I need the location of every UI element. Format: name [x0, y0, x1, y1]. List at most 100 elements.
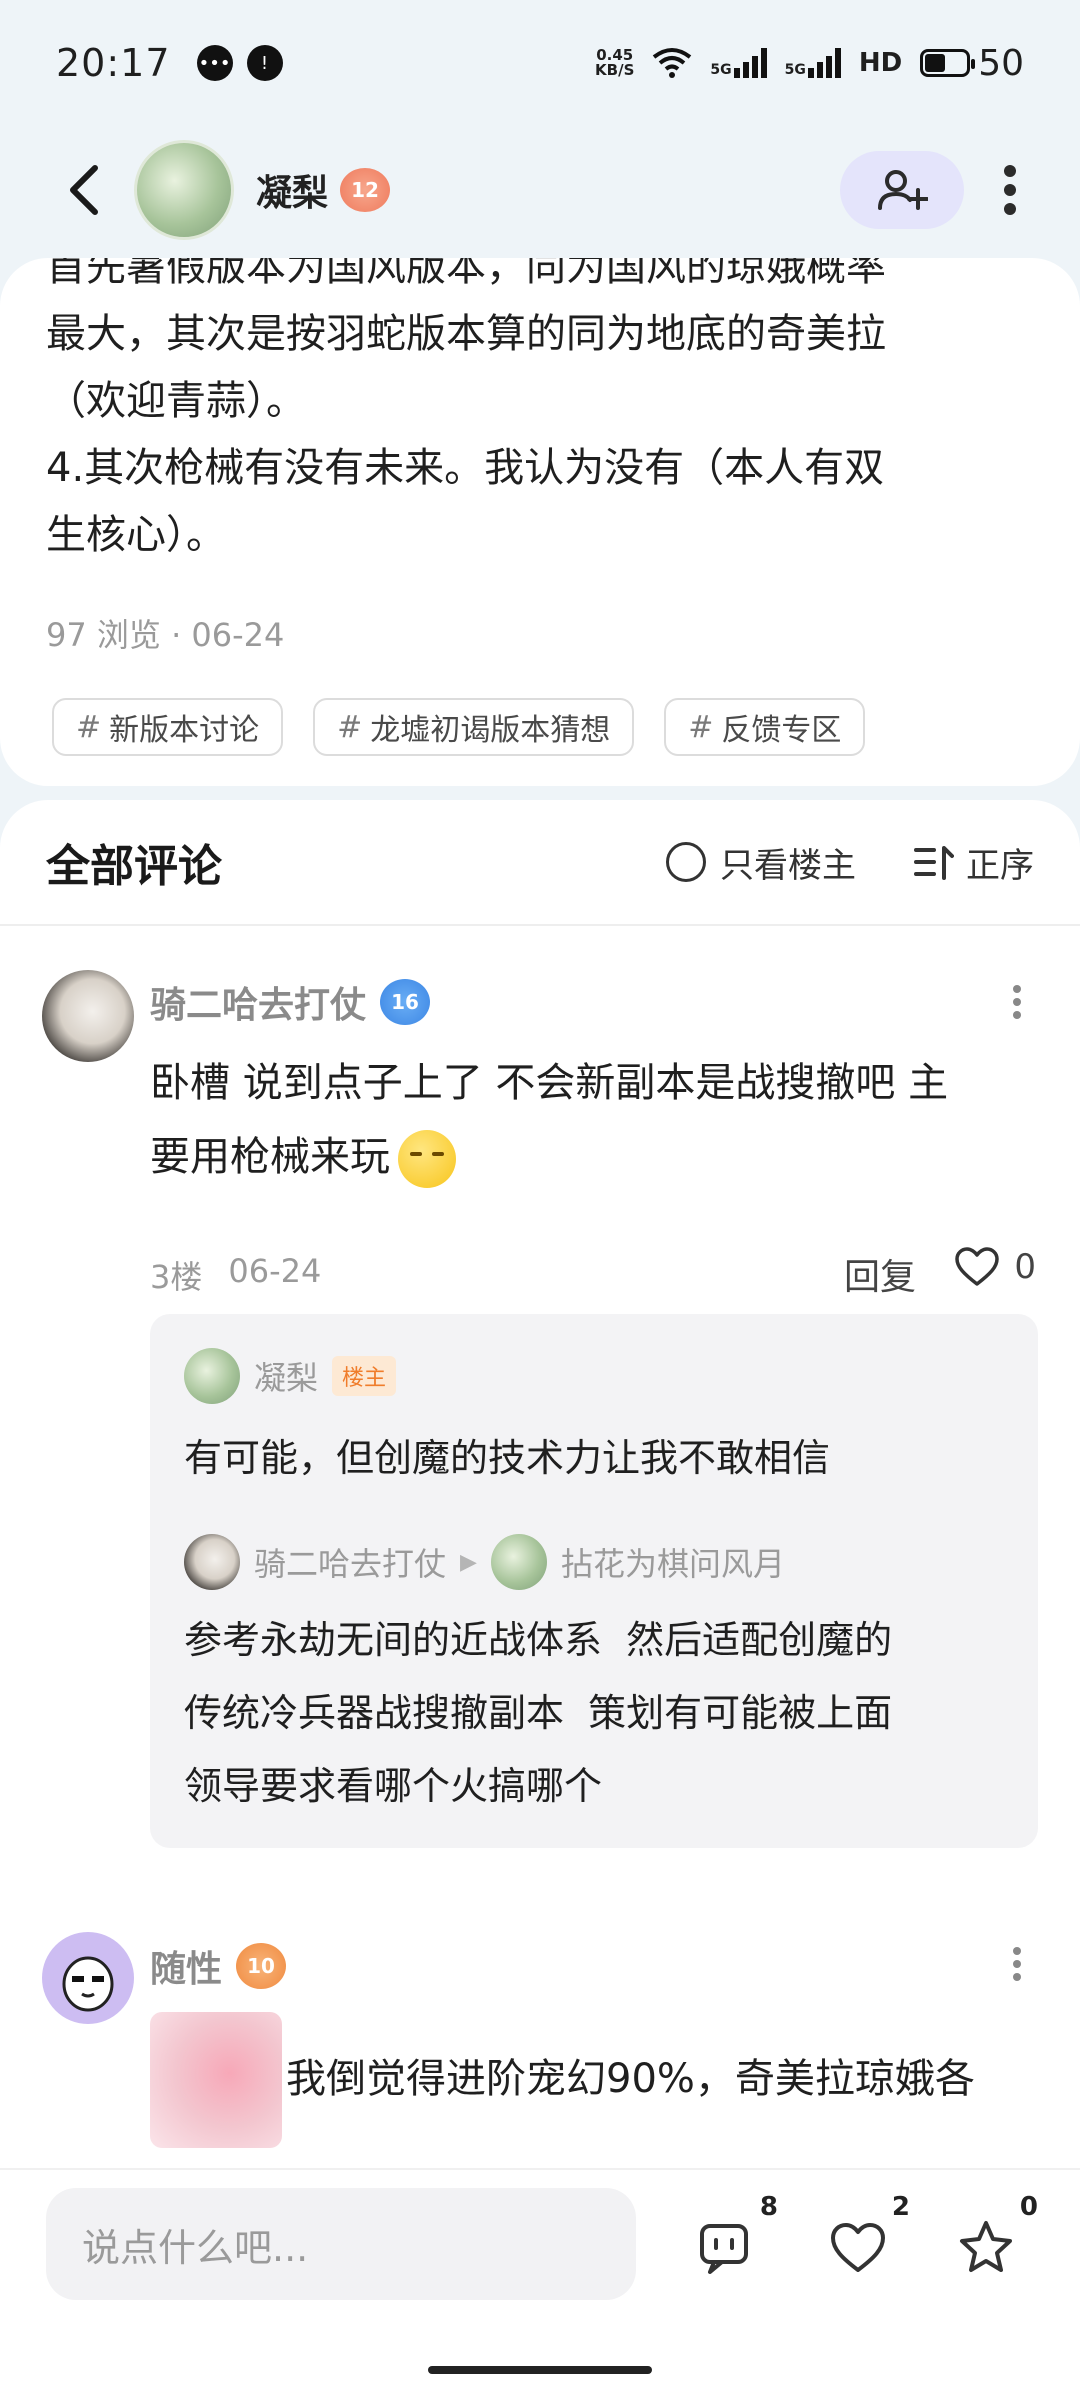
signal-2-label: 5G: [784, 62, 806, 78]
only-op-label: 只看楼主: [720, 845, 856, 886]
post-meta: 97 浏览 · 06-24: [46, 616, 285, 654]
message-notification-icon: •••: [196, 45, 233, 81]
comment-input[interactable]: 说点什么吧...: [46, 2188, 636, 2300]
commenter-name-row: 随性 10: [150, 1940, 287, 1992]
battery-level-fill: [925, 54, 946, 72]
more-vertical-icon: [1004, 165, 1016, 215]
reply-author-row: 骑二哈去打仗 ▶ 拈花为棋问风月: [184, 1534, 785, 1590]
like-post-button[interactable]: 2: [822, 2192, 910, 2290]
comment-like-count: 0: [1014, 1247, 1036, 1287]
like-count: 2: [891, 2192, 910, 2222]
commenter-avatar[interactable]: [42, 1932, 134, 2024]
tag-label: 新版本讨论: [109, 713, 260, 748]
battery-percent: 50: [978, 42, 1024, 84]
more-vertical-icon: [1013, 985, 1021, 1019]
comment-date: 06-24: [228, 1252, 322, 1290]
tag-chip[interactable]: # 龙墟初谒版本猜想: [313, 698, 635, 756]
signal-bars-icon: [733, 48, 767, 78]
home-indicator[interactable]: [428, 2366, 652, 2374]
comment-icon: [700, 2224, 748, 2274]
comment-text-line: 要用枪械来玩: [150, 1134, 390, 1180]
comment-like-button[interactable]: 0: [954, 1246, 1036, 1288]
commenter-level-badge: 16: [380, 979, 431, 1025]
reply-to-avatar[interactable]: [490, 1534, 547, 1590]
author-name[interactable]: 凝梨: [256, 164, 328, 216]
comment-text: 我倒觉得进阶宠幻90%，奇美拉琼娥各: [286, 2056, 975, 2102]
reply-author-row: 凝梨 楼主: [184, 1348, 397, 1404]
author-avatar[interactable]: [134, 140, 234, 240]
net-speed: 0.45 KB/S: [595, 48, 634, 78]
sort-label: 正序: [966, 845, 1034, 886]
reply-text[interactable]: 参考永劫无间的近战体系 然后适配创魔的 传统冷兵器战搜撤副本 策划有可能被上面 …: [184, 1604, 1004, 1823]
reply-author-name[interactable]: 凝梨: [254, 1353, 318, 1399]
smirk-emoji-icon: [398, 1130, 456, 1188]
favorite-button[interactable]: 0: [950, 2192, 1038, 2290]
comment-count: 8: [759, 2192, 778, 2222]
hash-icon: #: [688, 709, 714, 745]
battery-icon: [920, 49, 976, 77]
sort-icon: [914, 846, 954, 880]
back-button[interactable]: [40, 145, 130, 235]
sort-toggle[interactable]: 正序: [914, 838, 1034, 887]
tag-label: 龙墟初谒版本猜想: [370, 713, 611, 748]
reply-to-name[interactable]: 拈花为棋问风月: [561, 1539, 785, 1585]
comment-meta: 3楼 06-24: [150, 1252, 321, 1298]
comment-text-line: 卧槽 说到点子上了 不会新副本是战搜撤吧 主: [150, 1060, 949, 1106]
commenter-name[interactable]: 骑二哈去打仗: [150, 976, 366, 1028]
commenter-level-badge: 10: [236, 1943, 287, 1989]
net-speed-unit: KB/S: [595, 61, 635, 79]
follow-button[interactable]: [840, 151, 964, 229]
radio-icon: [666, 842, 706, 882]
star-icon: [960, 2221, 1012, 2272]
reply-avatar[interactable]: [184, 1534, 240, 1590]
status-time: 20:17: [56, 41, 171, 85]
comments-header: 全部评论 只看楼主 正序: [0, 800, 1080, 926]
only-op-toggle[interactable]: 只看楼主: [666, 838, 856, 887]
add-user-icon: [878, 170, 928, 210]
comments-count-button[interactable]: 8: [690, 2192, 778, 2290]
comment-input-placeholder: 说点什么吧...: [82, 2225, 309, 2270]
post-card: 首先暑假版本为国风版本，同为国风的琼娥概率 最大，其次是按羽蛇版本算的同为地底的…: [0, 258, 1080, 786]
comment-text: 卧槽 说到点子上了 不会新副本是战搜撤吧 主 要用枪械来玩: [150, 1046, 1030, 1194]
tag-label: 反馈专区: [721, 713, 842, 748]
comment-more-button[interactable]: [1002, 1934, 1032, 1994]
op-badge: 楼主: [332, 1356, 397, 1396]
comments-section: 全部评论 只看楼主 正序 骑二哈去打仗 16 卧槽 说到点子上了 不会新副本是战…: [0, 800, 1080, 2170]
post-header: 凝梨 12: [0, 130, 1080, 250]
wifi-icon: [653, 48, 692, 78]
reply-button[interactable]: 回复: [844, 1248, 916, 1300]
battery: 50: [920, 43, 1024, 84]
avatar-character-icon: [62, 1956, 114, 2012]
star-count: 0: [1019, 2192, 1038, 2222]
heart-icon: [831, 2223, 885, 2272]
reply-to-arrow-icon: ▶: [460, 1549, 477, 1575]
hash-icon: #: [337, 709, 363, 745]
signal-1: 5G: [710, 48, 767, 78]
post-tags: # 新版本讨论 # 龙墟初谒版本猜想 # 反馈专区: [52, 698, 866, 756]
signal-1-label: 5G: [710, 62, 732, 78]
comment-more-button[interactable]: [1002, 972, 1032, 1032]
more-options-button[interactable]: [980, 145, 1040, 235]
reply-author-name[interactable]: 骑二哈去打仗: [254, 1539, 446, 1585]
reply-thread: 凝梨 楼主 有可能，但创魔的技术力让我不敢相信 骑二哈去打仗 ▶ 拈花为棋问风月…: [150, 1314, 1038, 1848]
tag-chip[interactable]: # 反馈专区: [664, 698, 866, 756]
post-detail-page: 20:17 ••• ! 0.45 KB/S 5G 5G HD 50 凝梨 12 …: [0, 0, 1080, 2400]
commenter-name[interactable]: 随性: [150, 1940, 222, 1992]
signal-bars-icon: [807, 48, 841, 78]
status-right: 0.45 KB/S 5G 5G HD 50: [595, 43, 1024, 84]
post-body: 首先暑假版本为国风版本，同为国风的琼娥概率 最大，其次是按羽蛇版本算的同为地底的…: [46, 258, 886, 558]
comment-floor: 3楼: [150, 1258, 203, 1296]
status-bar: 20:17 ••• ! 0.45 KB/S 5G 5G HD 50: [0, 0, 1080, 126]
more-vertical-icon: [1013, 1947, 1021, 1981]
commenter-avatar[interactable]: [42, 970, 134, 1062]
tag-chip[interactable]: # 新版本讨论: [52, 698, 284, 756]
reply-avatar[interactable]: [184, 1348, 240, 1404]
comment-text-line-with-emoji: 要用枪械来玩: [150, 1120, 1030, 1194]
signal-2: 5G: [785, 48, 841, 78]
cloud-notification-icon: !: [246, 45, 283, 81]
reply-text[interactable]: 有可能，但创魔的技术力让我不敢相信: [184, 1422, 1004, 1495]
comments-title: 全部评论: [46, 841, 222, 892]
chevron-left-icon: [70, 165, 98, 215]
heart-icon: [955, 1247, 1000, 1286]
axolotl-sticker-image: [150, 2012, 282, 2148]
